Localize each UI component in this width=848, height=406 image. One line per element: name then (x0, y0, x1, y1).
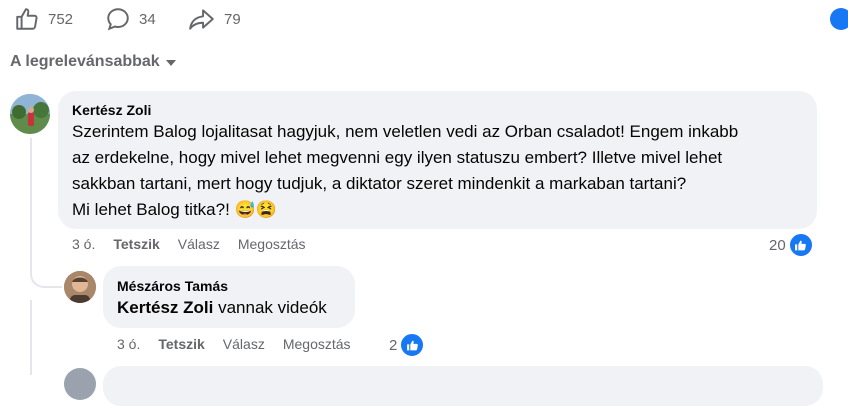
like-action[interactable]: Tetszik (113, 236, 159, 252)
like-count-button[interactable]: 752 (14, 6, 73, 32)
like-badge-icon (830, 8, 848, 30)
comment-like-count[interactable]: 20 (769, 233, 813, 257)
share-icon (188, 6, 216, 32)
thread-line (30, 138, 62, 288)
comment-text: Szerintem Balog lojalitasat hagyjuk, nem… (72, 119, 738, 223)
comment-line: az erdekelne, hogy mivel lehet megvenni … (72, 148, 723, 167)
emoji-grin-sweat: 😅 (234, 200, 256, 219)
reply-bubble: Mészáros Tamás Kertész Zoli vannak videó… (103, 266, 355, 328)
reply-body: vannak videók (218, 298, 327, 317)
share-count: 79 (224, 10, 241, 28)
comment-bubble: Kertész Zoli Szerintem Balog lojalitasat… (58, 91, 817, 229)
like-count-value: 20 (769, 236, 786, 254)
reply-like-count[interactable]: 2 (389, 333, 425, 357)
comment-author[interactable]: Kertész Zoli (72, 102, 151, 118)
emoji-tired: 😫 (255, 200, 277, 219)
share-action[interactable]: Megosztás (283, 336, 351, 352)
reply-actions: 3 ó. Tetszik Válasz Megosztás (117, 336, 351, 352)
next-reply-bubble (103, 366, 823, 406)
like-action[interactable]: Tetszik (158, 336, 204, 352)
avatar-kertesz-zoli[interactable] (10, 94, 50, 134)
avatar-next-reply[interactable] (64, 368, 96, 400)
reply-action[interactable]: Válasz (178, 236, 220, 252)
like-badge-icon (400, 333, 425, 357)
reply-author[interactable]: Mészáros Tamás (117, 278, 228, 294)
share-action[interactable]: Megosztás (238, 236, 306, 252)
comment-line: Mi lehet Balog titka?! 😅😫 (72, 197, 738, 223)
comment-icon (105, 6, 131, 32)
caret-down-icon (165, 60, 176, 66)
comment-count-button[interactable]: 34 (105, 6, 156, 32)
comment-count: 34 (139, 10, 156, 28)
reply-mention[interactable]: Kertész Zoli (117, 298, 213, 317)
comment-line-text: Mi lehet Balog titka?! (72, 200, 230, 219)
comment-actions: 3 ó. Tetszik Válasz Megosztás (72, 236, 306, 252)
reply-time[interactable]: 3 ó. (117, 336, 140, 352)
share-count-button[interactable]: 79 (188, 6, 241, 32)
like-count-value: 2 (389, 336, 398, 354)
comment-time[interactable]: 3 ó. (72, 236, 95, 252)
sort-label: A legrelevánsabbak (10, 53, 160, 70)
reply-text: Kertész Zoli vannak videók (117, 295, 327, 321)
avatar-meszaros-tamas[interactable] (64, 271, 96, 303)
comment-line: sakkban tartani, mert hogy tudjuk, a dik… (72, 174, 687, 193)
thumbs-up-icon (14, 6, 40, 32)
like-badge-icon (788, 233, 813, 257)
comment-line: Szerintem Balog lojalitasat hagyjuk, nem… (72, 122, 739, 141)
like-count: 752 (48, 10, 74, 28)
thread-line (30, 300, 32, 375)
reply-action[interactable]: Válasz (223, 336, 265, 352)
sort-dropdown[interactable]: A legrelevánsabbak (10, 53, 176, 71)
